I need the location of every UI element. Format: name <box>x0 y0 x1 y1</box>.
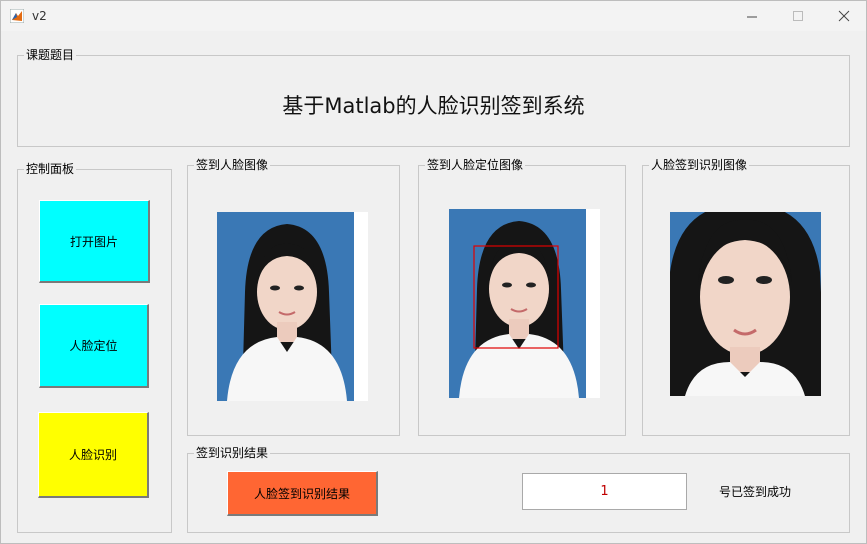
face-recognize-button[interactable]: 人脸识别 <box>38 412 149 498</box>
control-panel-label: 控制面板 <box>24 161 77 177</box>
title-bar: v2 <box>1 1 866 31</box>
app-window: v2 课题题目 基于Matlab的人脸识别签到系统 控制面板 打开图片 人脸定位… <box>0 0 867 544</box>
checkin-face-photo <box>217 212 368 401</box>
success-text: 号已签到成功 <box>719 485 792 499</box>
maximize-button[interactable] <box>775 1 821 31</box>
matlab-logo-icon <box>10 9 24 23</box>
checkin-face-locate-photo <box>449 209 600 398</box>
close-icon <box>838 10 850 22</box>
page-title: 基于Matlab的人脸识别签到系统 <box>282 94 585 118</box>
result-panel-label: 签到识别结果 <box>194 445 271 461</box>
face-locate-button[interactable]: 人脸定位 <box>39 304 149 388</box>
maximize-icon <box>792 10 803 21</box>
face-recognition-photo <box>670 212 821 396</box>
result-button[interactable]: 人脸签到识别结果 <box>227 471 378 516</box>
image-panel-label: 人脸签到识别图像 <box>649 157 750 173</box>
result-value-field[interactable]: 1 <box>522 473 687 510</box>
image-panel-label: 签到人脸图像 <box>194 157 271 173</box>
window-title: v2 <box>32 9 47 23</box>
open-image-button[interactable]: 打开图片 <box>39 200 150 283</box>
topic-panel: 课题题目 基于Matlab的人脸识别签到系统 <box>17 47 850 147</box>
minimize-icon <box>746 16 757 17</box>
topic-panel-label: 课题题目 <box>24 47 77 63</box>
close-button[interactable] <box>821 1 867 31</box>
image-panel-label: 签到人脸定位图像 <box>425 157 526 173</box>
minimize-button[interactable] <box>729 1 775 31</box>
